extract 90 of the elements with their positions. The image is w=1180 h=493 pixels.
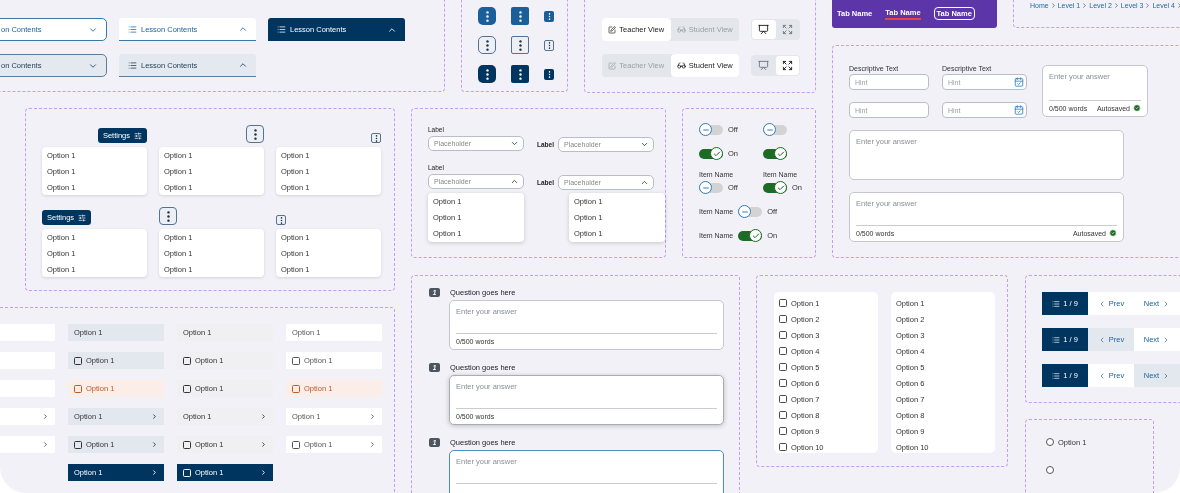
more-button[interactable] <box>544 39 554 51</box>
list-icon <box>1052 299 1061 308</box>
checkbox[interactable] <box>779 443 787 451</box>
vertical-dots-icon <box>485 10 489 22</box>
chevron-up-icon <box>510 177 519 186</box>
calendar-icon <box>1014 77 1024 87</box>
toggle-switch[interactable] <box>699 181 723 194</box>
expand-icon <box>781 24 793 35</box>
more-button[interactable] <box>544 68 554 80</box>
checkbox[interactable] <box>74 440 82 449</box>
more-button[interactable] <box>276 215 286 225</box>
more-button[interactable] <box>478 7 496 25</box>
checkbox[interactable] <box>779 379 787 387</box>
vertical-dots-icon <box>547 41 551 49</box>
checkbox[interactable] <box>292 440 300 449</box>
more-button[interactable] <box>511 65 529 83</box>
vertical-dots-icon <box>279 216 283 224</box>
pencil-icon <box>608 61 617 70</box>
vertical-dots-icon <box>485 39 489 51</box>
more-button[interactable] <box>371 133 381 143</box>
expand-button[interactable] <box>775 56 799 75</box>
vertical-dots-icon <box>518 39 522 51</box>
chevron-up-icon <box>640 178 649 187</box>
more-button[interactable] <box>159 207 177 225</box>
chevron-down-icon <box>510 139 519 148</box>
checkbox[interactable] <box>183 356 191 365</box>
chevron-up-icon <box>238 24 248 34</box>
sliders-icon <box>78 213 87 222</box>
vertical-dots-icon <box>485 68 489 80</box>
toggle-switch[interactable] <box>763 181 787 194</box>
checkbox[interactable] <box>779 363 787 371</box>
vertical-dots-icon <box>547 12 551 20</box>
list-icon <box>128 60 137 70</box>
more-button[interactable] <box>478 65 496 83</box>
checkbox[interactable] <box>779 331 787 339</box>
vertical-dots-icon <box>166 210 170 222</box>
glasses-icon <box>676 25 686 34</box>
checkbox[interactable] <box>183 384 191 393</box>
checkbox[interactable] <box>292 356 300 365</box>
checkbox[interactable] <box>779 315 787 323</box>
checkbox[interactable] <box>779 395 787 403</box>
glasses-icon <box>676 61 686 70</box>
more-button[interactable] <box>246 125 264 143</box>
vertical-dots-icon <box>547 70 551 78</box>
checkbox[interactable] <box>183 440 191 449</box>
checkbox[interactable] <box>74 384 82 393</box>
chevron-right-icon <box>1049 2 1057 9</box>
presentation-icon <box>758 60 770 71</box>
chevron-up-icon <box>238 60 248 70</box>
vertical-dots-icon <box>253 128 257 140</box>
toggle-switch[interactable] <box>699 147 723 160</box>
checkbox[interactable] <box>779 299 787 307</box>
list-icon <box>1052 335 1061 344</box>
vertical-dots-icon <box>374 134 378 142</box>
checkbox[interactable] <box>779 411 787 419</box>
check-icon <box>712 149 721 158</box>
chevron-down-icon <box>640 140 649 149</box>
checkbox[interactable] <box>779 427 787 435</box>
chevron-right-icon <box>1081 2 1089 9</box>
presentation-button[interactable] <box>752 20 776 39</box>
check-icon <box>751 231 760 240</box>
checkbox[interactable] <box>779 347 787 355</box>
toggle-switch[interactable] <box>699 123 723 136</box>
pencil-icon <box>608 25 617 34</box>
toggle-switch[interactable] <box>763 147 787 160</box>
chevron-right-icon <box>1144 2 1152 9</box>
list-icon <box>128 24 137 34</box>
presentation-icon <box>758 24 770 35</box>
more-button[interactable] <box>511 36 529 54</box>
check-circle-icon <box>1109 229 1117 237</box>
list-icon <box>277 25 286 34</box>
check-icon <box>776 149 785 158</box>
list-icon <box>1052 371 1061 380</box>
check-icon <box>776 183 785 192</box>
radio-button[interactable] <box>1046 438 1054 446</box>
toggle-switch[interactable] <box>763 123 787 136</box>
toggle-switch[interactable] <box>738 229 763 242</box>
sliders-icon <box>134 131 142 140</box>
radio-button[interactable] <box>1046 466 1054 474</box>
checkbox[interactable] <box>74 356 82 365</box>
checkbox[interactable] <box>292 384 300 393</box>
chevron-right-icon <box>1112 2 1120 9</box>
more-button[interactable] <box>478 36 496 54</box>
vertical-dots-icon <box>518 10 522 22</box>
more-button[interactable] <box>544 10 554 22</box>
expand-icon <box>781 60 793 71</box>
vertical-dots-icon <box>518 68 522 80</box>
toggle-switch[interactable] <box>738 205 763 218</box>
calendar-icon <box>1014 105 1024 115</box>
check-circle-icon <box>1133 104 1141 112</box>
